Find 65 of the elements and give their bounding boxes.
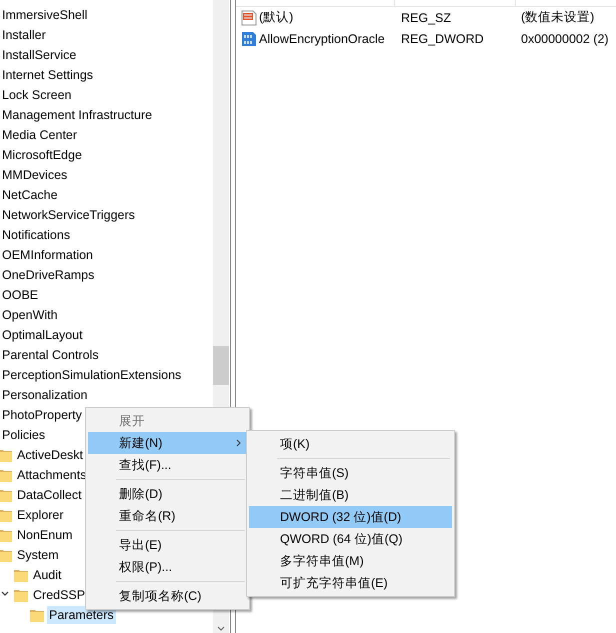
value-name[interactable]: AllowEncryptionOracle: [259, 32, 385, 46]
tree-item[interactable]: Attachments: [15, 466, 88, 484]
value-type: REG_SZ: [401, 10, 452, 24]
folder-icon: [14, 568, 29, 582]
scrollbar-thumb[interactable]: [213, 346, 229, 385]
folder-icon: [0, 508, 13, 522]
tree-item[interactable]: OpenWith: [0, 306, 60, 324]
binary-value-icon: [241, 30, 257, 46]
menu-item[interactable]: 删除(D): [88, 483, 247, 505]
tree-item[interactable]: Parental Controls: [0, 346, 101, 364]
folder-icon: [0, 528, 13, 542]
menu-item[interactable]: 可扩充字符串值(E): [249, 572, 452, 594]
folder-icon: [14, 588, 29, 602]
tree-item[interactable]: Explorer: [15, 506, 66, 524]
tree-item[interactable]: OOBE: [0, 286, 40, 304]
tree-item[interactable]: OneDriveRamps: [0, 266, 96, 284]
tree-item[interactable]: DataCollect: [15, 486, 84, 504]
tree-item[interactable]: ActiveDeskt: [15, 446, 85, 464]
value-type: REG_DWORD: [401, 32, 484, 46]
tree-item[interactable]: NetCache: [0, 186, 60, 204]
menu-item[interactable]: 字符串值(S): [249, 462, 452, 484]
menu-item[interactable]: 复制项名称(C): [88, 585, 247, 607]
menu-item[interactable]: 项(K): [249, 433, 452, 455]
folder-icon: [0, 488, 13, 502]
tree-item[interactable]: ImmersiveShell: [0, 6, 90, 24]
tree-item[interactable]: NonEnum: [15, 526, 75, 544]
value-data: (数值未设置): [521, 10, 594, 24]
menu-item[interactable]: 新建(N): [88, 432, 247, 454]
tree-item[interactable]: Parameters: [47, 606, 116, 624]
tree-item[interactable]: NetworkServiceTriggers: [0, 206, 137, 224]
tree-item[interactable]: OEMInformation: [0, 246, 96, 264]
folder-icon: [0, 448, 13, 462]
tree-item[interactable]: Installer: [0, 26, 48, 44]
tree-item[interactable]: OptimalLayout: [0, 326, 85, 344]
tree-item[interactable]: MicrosoftEdge: [0, 146, 84, 164]
tree-item[interactable]: PerceptionSimulationExtensions: [0, 366, 184, 384]
menu-item[interactable]: 权限(P)...: [88, 556, 247, 578]
tree-item[interactable]: System: [15, 546, 61, 564]
menu-item[interactable]: DWORD (32 位)值(D): [249, 506, 452, 528]
menu-item[interactable]: 多字符串值(M): [249, 550, 452, 572]
menu-item[interactable]: 查找(F)...: [88, 454, 247, 476]
string-value-icon: [241, 10, 257, 26]
tree-item[interactable]: Media Center: [0, 126, 80, 144]
menu-item[interactable]: 二进制值(B): [249, 484, 452, 506]
tree-item[interactable]: CredSSP: [31, 586, 88, 604]
tree-item[interactable]: Internet Settings: [0, 66, 96, 84]
folder-icon: [0, 468, 13, 482]
value-name[interactable]: (默认): [259, 9, 294, 26]
tree-item[interactable]: Notifications: [0, 226, 72, 244]
scroll-down-icon[interactable]: [217, 626, 225, 631]
tree-item[interactable]: PhotoProperty: [0, 406, 84, 424]
folder-icon: [30, 608, 45, 622]
menu-item[interactable]: 重命名(R): [88, 505, 247, 527]
menu-item[interactable]: QWORD (64 位)值(Q): [249, 528, 452, 550]
tree-item[interactable]: MMDevices: [0, 166, 70, 184]
tree-item[interactable]: Personalization: [0, 386, 90, 404]
tree-item[interactable]: Lock Screen: [0, 86, 74, 104]
folder-icon: [0, 548, 13, 562]
tree-item[interactable]: Audit: [31, 566, 64, 584]
tree-item[interactable]: Policies: [0, 426, 48, 444]
tree-item[interactable]: Management Infrastructure: [0, 106, 154, 124]
chevron-down-icon[interactable]: [1, 591, 9, 597]
menu-item[interactable]: 导出(E): [88, 534, 247, 556]
tree-item[interactable]: InstallService: [0, 46, 78, 64]
value-data: 0x00000002 (2): [521, 32, 609, 46]
